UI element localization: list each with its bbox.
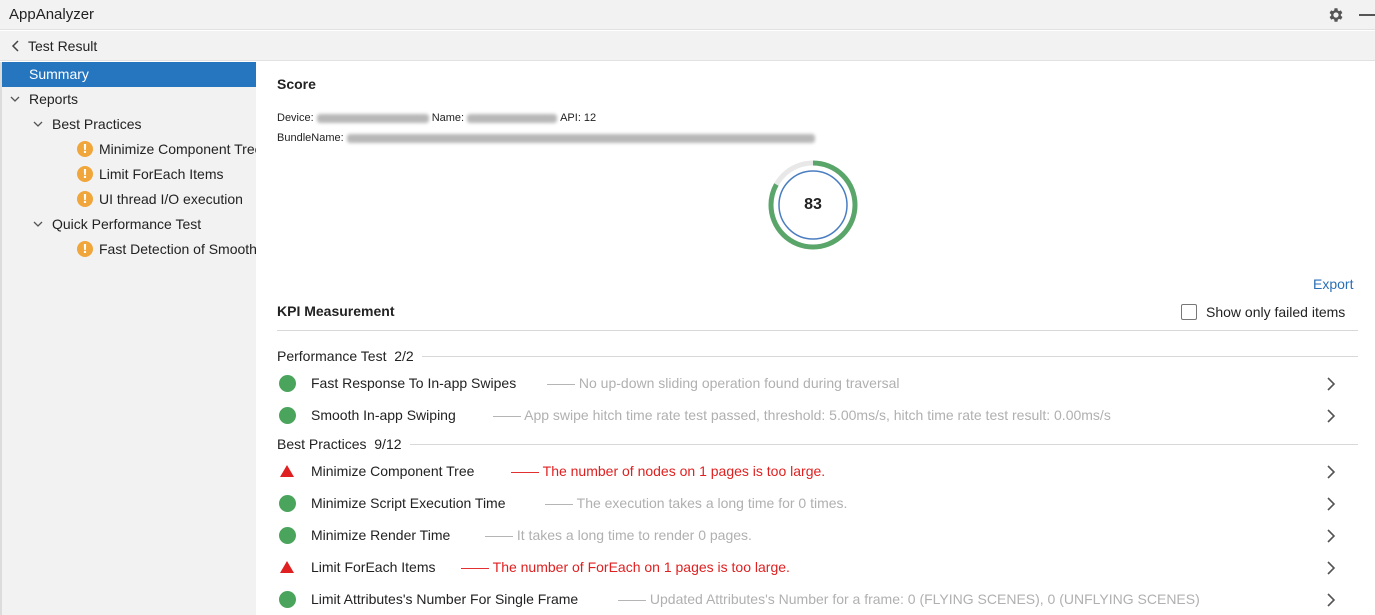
section-count: 9/12 bbox=[374, 436, 402, 452]
export-link[interactable]: Export bbox=[1313, 276, 1353, 292]
device-label: Device: bbox=[277, 112, 314, 124]
app-title: AppAnalyzer bbox=[9, 6, 95, 23]
sidebar-item-label: Minimize Component Tree bbox=[99, 141, 256, 157]
kpi-row[interactable]: Smooth In-app Swiping —— App swipe hitch… bbox=[277, 403, 1358, 429]
checkbox-box[interactable] bbox=[1181, 304, 1197, 320]
kpi-row[interactable]: Minimize Render Time —— It takes a long … bbox=[277, 523, 1358, 549]
green-circle-icon bbox=[279, 591, 296, 608]
chevron-right-icon[interactable] bbox=[1326, 497, 1336, 511]
green-circle-icon bbox=[279, 375, 296, 392]
section-divider bbox=[277, 444, 1358, 445]
chevron-right-icon[interactable] bbox=[1326, 593, 1336, 607]
sidebar-item-label: Best Practices bbox=[52, 116, 142, 132]
title-bar: AppAnalyzer bbox=[0, 0, 1375, 30]
kpi-row[interactable]: Fast Response To In-app Swipes —— No up-… bbox=[277, 371, 1358, 397]
kpi-divider bbox=[277, 330, 1358, 331]
chevron-down-icon[interactable] bbox=[33, 220, 43, 228]
score-value: 83 bbox=[804, 196, 822, 213]
red-triangle-icon bbox=[280, 561, 294, 573]
kpi-item-name: Minimize Script Execution Time bbox=[311, 495, 506, 511]
red-triangle-icon bbox=[280, 465, 294, 477]
kpi-item-detail: —— The execution takes a long time for 0… bbox=[545, 495, 848, 511]
name-label: Name: bbox=[431, 112, 465, 124]
chevron-down-icon[interactable] bbox=[10, 95, 20, 103]
sidebar-item-label: UI thread I/O execution bbox=[99, 191, 243, 207]
kpi-item-name: Minimize Component Tree bbox=[311, 463, 475, 479]
kpi-item-detail: —— The number of ForEach on 1 pages is t… bbox=[461, 559, 790, 575]
kpi-item-detail: —— No up-down sliding operation found du… bbox=[547, 375, 900, 391]
kpi-item-detail: —— Updated Attributes's Number for a fra… bbox=[618, 591, 1200, 607]
green-circle-icon bbox=[279, 495, 296, 512]
kpi-item-name: Smooth In-app Swiping bbox=[311, 407, 456, 423]
section-title: Best Practices 9/12 bbox=[277, 436, 410, 452]
chevron-down-icon[interactable] bbox=[33, 120, 43, 128]
warning-icon: ! bbox=[77, 191, 93, 207]
kpi-item-detail: —— The number of nodes on 1 pages is too… bbox=[511, 463, 826, 479]
sidebar-item-ui-thread-io[interactable]: ! UI thread I/O execution bbox=[2, 187, 256, 212]
sidebar-item-reports[interactable]: Reports bbox=[2, 87, 256, 112]
sidebar-item-minimize-component-tree[interactable]: ! Minimize Component Tree bbox=[2, 137, 256, 162]
section-divider bbox=[277, 356, 1358, 357]
bundle-info-line: BundleName: bbox=[277, 132, 818, 144]
sidebar-item-best-practices[interactable]: Best Practices bbox=[2, 112, 256, 137]
redacted-device-name bbox=[467, 113, 558, 123]
warning-icon: ! bbox=[77, 166, 93, 182]
kpi-row[interactable]: Minimize Script Execution Time —— The ex… bbox=[277, 491, 1358, 517]
chevron-right-icon[interactable] bbox=[1326, 465, 1336, 479]
kpi-item-name: Limit ForEach Items bbox=[311, 559, 436, 575]
summary-panel: Score Device: Name: API: 12 BundleName: 83… bbox=[256, 62, 1375, 615]
chevron-right-icon[interactable] bbox=[1326, 561, 1336, 575]
sidebar-item-summary[interactable]: Summary bbox=[2, 62, 256, 87]
section-best-practices: Best Practices 9/12 bbox=[277, 434, 1358, 454]
sidebar-item-quick-performance-test[interactable]: Quick Performance Test bbox=[2, 212, 256, 237]
section-performance-test: Performance Test 2/2 bbox=[277, 346, 1358, 366]
section-title: Performance Test 2/2 bbox=[277, 348, 422, 364]
kpi-row[interactable]: Minimize Component Tree —— The number of… bbox=[277, 459, 1358, 485]
sidebar-item-limit-foreach-items[interactable]: ! Limit ForEach Items bbox=[2, 162, 256, 187]
kpi-row[interactable]: Limit Attributes's Number For Single Fra… bbox=[277, 587, 1358, 613]
green-circle-icon bbox=[279, 407, 296, 424]
show-failed-label: Show only failed items bbox=[1206, 304, 1346, 320]
test-result-title: Test Result bbox=[28, 38, 98, 54]
kpi-row[interactable]: Limit ForEach Items —— The number of For… bbox=[277, 555, 1358, 581]
warning-icon: ! bbox=[77, 141, 93, 157]
green-circle-icon bbox=[279, 527, 296, 544]
sidebar-item-label: Summary bbox=[29, 66, 89, 82]
kpi-item-name: Limit Attributes's Number For Single Fra… bbox=[311, 591, 579, 607]
kpi-heading: KPI Measurement bbox=[277, 303, 395, 319]
minimize-icon[interactable] bbox=[1359, 14, 1375, 16]
sidebar-item-label: Reports bbox=[29, 91, 79, 107]
chevron-right-icon[interactable] bbox=[1326, 529, 1336, 543]
warning-icon: ! bbox=[77, 241, 93, 257]
sidebar-item-fast-detection[interactable]: ! Fast Detection of Smooth bbox=[2, 237, 256, 262]
sidebar-item-label: Limit ForEach Items bbox=[99, 166, 224, 182]
chevron-left-icon[interactable] bbox=[10, 40, 22, 52]
redacted-device-id bbox=[316, 113, 429, 123]
chevron-right-icon[interactable] bbox=[1326, 409, 1336, 423]
chevron-right-icon[interactable] bbox=[1326, 377, 1336, 391]
sidebar-item-label: Fast Detection of Smooth bbox=[99, 241, 256, 257]
api-level: API: 12 bbox=[560, 112, 597, 124]
sidebar-item-label: Quick Performance Test bbox=[52, 216, 202, 232]
show-failed-checkbox[interactable]: Show only failed items bbox=[1181, 302, 1345, 322]
device-info-line: Device: Name: API: 12 bbox=[277, 112, 596, 124]
kpi-item-detail: —— App swipe hitch time rate test passed… bbox=[493, 407, 1111, 423]
test-result-header: Test Result bbox=[0, 31, 1375, 61]
gear-icon[interactable] bbox=[1327, 6, 1345, 24]
bundle-label: BundleName: bbox=[277, 132, 344, 144]
kpi-item-detail: —— It takes a long time to render 0 page… bbox=[485, 527, 752, 543]
redacted-bundle-name bbox=[346, 133, 815, 143]
kpi-item-name: Minimize Render Time bbox=[311, 527, 451, 543]
section-count: 2/2 bbox=[394, 348, 414, 364]
kpi-item-name: Fast Response To In-app Swipes bbox=[311, 375, 517, 391]
score-heading: Score bbox=[277, 76, 316, 92]
sidebar-tree: Summary Reports Best Practices ! Minimiz… bbox=[0, 62, 256, 615]
